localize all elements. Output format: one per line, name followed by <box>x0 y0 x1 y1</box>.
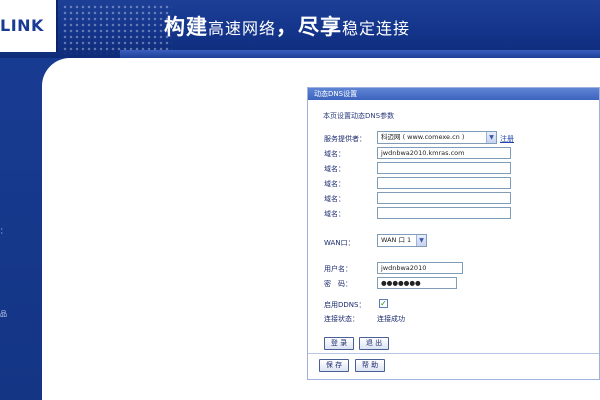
header-banner: LINK 构建高速网络，尽享稳定连接 <box>0 0 600 58</box>
password-field[interactable]: ●●●●●●● <box>377 277 457 289</box>
provider-select-value: 科迈网 ( www.comexe.cn ) <box>381 133 465 141</box>
wan-label: WAN口： <box>324 239 355 247</box>
domain-label-5: 域名： <box>324 210 345 218</box>
wan-select[interactable]: WAN 口 1 ▼ <box>377 234 427 247</box>
banner-bottom-glow <box>120 50 600 58</box>
connection-status: 连接成功 <box>377 315 405 323</box>
register-link[interactable]: 注册 <box>500 134 514 144</box>
domain-label-4: 域名： <box>324 195 345 203</box>
logout-button[interactable]: 退 出 <box>359 337 389 350</box>
logo-text: LINK <box>0 16 44 35</box>
username-field[interactable]: jwdnbwa2010 <box>377 262 463 274</box>
tplink-logo: LINK <box>0 0 58 52</box>
save-button[interactable]: 保 存 <box>319 359 349 372</box>
chevron-down-icon[interactable]: ▼ <box>486 132 496 143</box>
login-button[interactable]: 登 录 <box>324 337 354 350</box>
domain-field-4[interactable] <box>377 192 511 204</box>
domain-field-3[interactable] <box>377 177 511 189</box>
provider-select[interactable]: 科迈网 ( www.comexe.cn ) ▼ <box>377 131 497 144</box>
left-sidebar: ： 品 <box>0 58 42 400</box>
slogan-part3: 尽享 <box>298 15 343 39</box>
password-label: 密 码： <box>324 280 352 288</box>
help-button[interactable]: 帮 助 <box>355 359 385 372</box>
domain-field-1[interactable]: jwdnbwa2010.kmras.com <box>377 147 511 159</box>
sidebar-item-1[interactable]: ： <box>0 225 14 237</box>
slogan-part2: 高速网络 <box>208 19 277 38</box>
domain-field-2[interactable] <box>377 162 511 174</box>
wan-select-value: WAN 口 1 <box>381 236 412 244</box>
banner-dot-pattern <box>62 4 172 54</box>
ddns-settings-panel: 动态DNS设置 本页设置动态DNS参数 服务提供者： 科迈网 ( www.com… <box>307 87 600 380</box>
slogan-sep: ， <box>276 15 299 39</box>
sidebar-item-2[interactable]: 品 <box>0 308 14 320</box>
enable-ddns-label: 启用DDNS： <box>324 301 366 309</box>
domain-field-5[interactable] <box>377 207 511 219</box>
slogan-part4: 稳定连接 <box>342 19 411 38</box>
slogan-part1: 构建 <box>164 15 208 39</box>
domain-label-1: 域名： <box>324 150 345 158</box>
enable-ddns-checkbox[interactable]: ✓ <box>379 299 388 308</box>
domain-label-3: 域名： <box>324 180 345 188</box>
username-label: 用户名： <box>324 265 352 273</box>
domain-label-2: 域名： <box>324 165 345 173</box>
banner-slogan: 构建高速网络，尽享稳定连接 <box>164 12 410 42</box>
panel-divider <box>308 353 599 354</box>
panel-description: 本页设置动态DNS参数 <box>323 112 395 120</box>
chevron-down-icon[interactable]: ▼ <box>416 235 426 246</box>
status-label: 连接状态： <box>324 315 359 323</box>
provider-label: 服务提供者： <box>324 135 366 143</box>
panel-title: 动态DNS设置 <box>308 88 599 100</box>
